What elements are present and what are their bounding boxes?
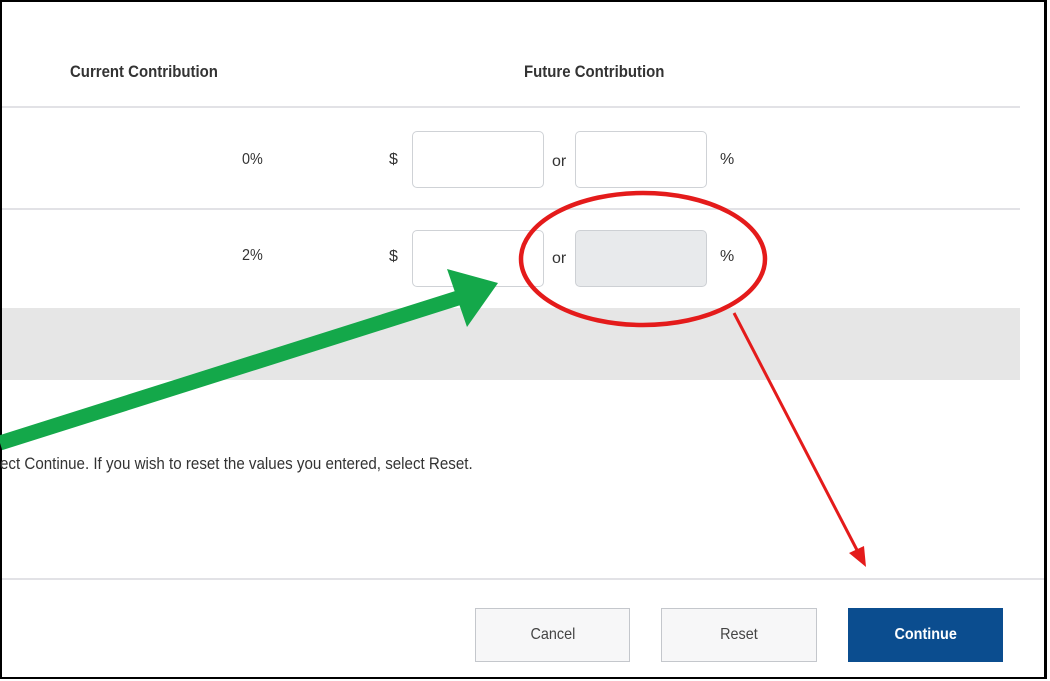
future-dollar-input[interactable] (412, 230, 544, 287)
future-dollar-input[interactable] (412, 131, 544, 188)
cancel-button[interactable]: Cancel (475, 608, 630, 662)
current-contribution-value: 0% (242, 151, 263, 168)
header-divider (2, 106, 1020, 108)
row-divider (2, 208, 1020, 210)
percent-symbol: % (720, 151, 735, 168)
continue-button[interactable]: Continue (848, 608, 1003, 662)
instructions-text: ect Continue. If you wish to reset the v… (0, 454, 473, 473)
reset-label: Reset (720, 626, 758, 643)
or-label: or (552, 153, 567, 170)
header-future-contribution: Future Contribution (524, 62, 665, 81)
dollar-symbol: $ (389, 248, 398, 265)
reset-button[interactable]: Reset (661, 608, 817, 662)
future-percent-input[interactable] (575, 131, 707, 188)
continue-label: Continue (894, 626, 957, 643)
footer-divider (2, 578, 1044, 580)
header-current-contribution: Current Contribution (70, 62, 218, 81)
summary-band (2, 308, 1020, 380)
current-contribution-value: 2% (242, 247, 263, 264)
cancel-label: Cancel (530, 626, 575, 643)
percent-symbol: % (720, 248, 735, 265)
dollar-symbol: $ (389, 151, 398, 168)
or-label: or (552, 250, 567, 267)
future-percent-input-disabled (575, 230, 707, 287)
